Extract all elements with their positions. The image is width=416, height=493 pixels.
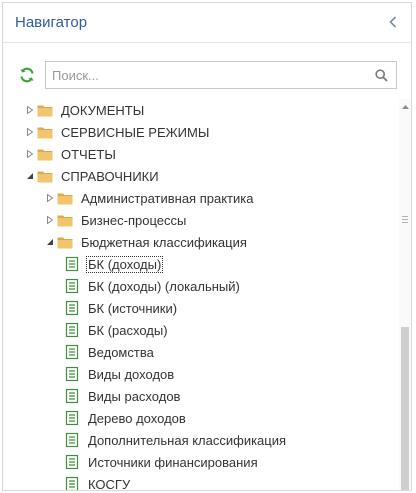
expand-arrow-icon[interactable] <box>45 209 54 231</box>
expand-arrow-icon[interactable] <box>45 187 54 209</box>
tree-item[interactable]: Административная практика <box>45 187 255 209</box>
tree-item[interactable]: ОТЧЕТЫ <box>25 143 118 165</box>
tree-item-label: БК (источники) <box>88 300 178 316</box>
reference-book-icon <box>65 410 79 426</box>
search-icon[interactable] <box>375 69 388 82</box>
folder-icon <box>57 215 73 226</box>
tree-item[interactable]: БК (доходы) <box>65 253 164 275</box>
vertical-scrollbar[interactable] <box>399 99 411 490</box>
tree-item[interactable]: БК (доходы) (локальный) <box>65 275 242 297</box>
tree-item-label: Виды расходов <box>88 388 181 404</box>
tree-item[interactable]: СПРАВОЧНИКИ <box>25 165 161 187</box>
scroll-grip-icon <box>402 216 408 225</box>
reference-book-icon <box>65 344 79 360</box>
scroll-up-icon[interactable] <box>399 101 411 113</box>
search-input[interactable] <box>52 66 362 84</box>
tree-item-label: БК (доходы) (локальный) <box>88 278 240 294</box>
panel-header: Навигатор <box>3 3 411 43</box>
tree-item[interactable]: Бизнес-процессы <box>45 209 188 231</box>
reference-book-icon <box>65 454 79 470</box>
tree-item-label: Бизнес-процессы <box>81 212 187 228</box>
reference-book-icon <box>65 388 79 404</box>
reference-book-icon <box>65 366 79 382</box>
folder-icon <box>37 171 53 182</box>
search-box <box>45 61 397 89</box>
tree-item-label: ОТЧЕТЫ <box>61 146 116 162</box>
tree-item-label: СПРАВОЧНИКИ <box>61 168 159 184</box>
tree-item[interactable]: БК (источники) <box>65 297 179 319</box>
tree-item-label: ДОКУМЕНТЫ <box>61 102 145 118</box>
reference-book-icon <box>65 322 79 338</box>
tree-item[interactable]: СЕРВИСНЫЕ РЕЖИМЫ <box>25 121 211 143</box>
tree-item-label: БК (расходы) <box>88 322 168 338</box>
tree-item[interactable]: Дополнительная классификация <box>65 429 288 451</box>
reference-book-icon <box>65 432 79 448</box>
tree-item-label: СЕРВИСНЫЕ РЕЖИМЫ <box>61 124 210 140</box>
reference-book-icon <box>65 300 79 316</box>
tree-item[interactable]: ДОКУМЕНТЫ <box>25 99 146 121</box>
folder-icon <box>37 105 53 116</box>
tree-item-label: Бюджетная классификация <box>81 234 247 250</box>
folder-icon <box>57 193 73 204</box>
tree-item[interactable]: Дерево доходов <box>65 407 188 429</box>
tree-item-label: Административная практика <box>81 190 254 206</box>
panel-title: Навигатор <box>15 14 88 31</box>
tree-item[interactable]: Виды расходов <box>65 385 182 407</box>
expanded-arrow-icon[interactable] <box>25 165 34 187</box>
tree-item[interactable]: Источники финансирования <box>65 451 260 473</box>
chevron-left-icon <box>389 16 397 28</box>
refresh-icon[interactable] <box>19 67 35 83</box>
folder-icon <box>37 127 53 138</box>
collapse-panel-button[interactable] <box>383 11 403 33</box>
tree-item[interactable]: КОСГУ <box>65 473 132 491</box>
reference-book-icon <box>65 476 79 490</box>
tree-item[interactable]: БК (расходы) <box>65 319 170 341</box>
folder-icon <box>37 149 53 160</box>
tree-item-label: Дерево доходов <box>88 410 186 426</box>
navigator-tree: ДОКУМЕНТЫ СЕРВИСНЫЕ РЕЖИМЫ ОТЧЕТЫ СПРАВОЧНИ… <box>3 99 399 491</box>
reference-book-icon <box>65 278 79 294</box>
tree-item[interactable]: Виды доходов <box>65 363 176 385</box>
folder-icon <box>57 237 73 248</box>
search-row <box>3 59 411 89</box>
tree-item-label: Дополнительная классификация <box>88 432 287 448</box>
scroll-thumb[interactable] <box>401 327 409 490</box>
expand-arrow-icon[interactable] <box>25 143 34 165</box>
tree-item-label: Источники финансирования <box>88 454 258 470</box>
reference-book-icon <box>65 256 79 272</box>
tree-item[interactable]: Бюджетная классификация <box>45 231 249 253</box>
tree-item-label: БК (доходы) <box>86 255 164 273</box>
expand-arrow-icon[interactable] <box>25 99 34 121</box>
tree-item[interactable]: Ведомства <box>65 341 156 363</box>
tree-item-label: КОСГУ <box>88 476 131 491</box>
tree-item-label: Ведомства <box>88 344 154 360</box>
navigator-panel: Навигатор ДОКУМЕНТЫ СЕРВИСНЫЕ РЕЖИМЫ ОТЧЕТ… <box>2 2 412 491</box>
expanded-arrow-icon[interactable] <box>45 231 54 253</box>
expand-arrow-icon[interactable] <box>25 121 34 143</box>
tree-item-label: Виды доходов <box>88 366 175 382</box>
